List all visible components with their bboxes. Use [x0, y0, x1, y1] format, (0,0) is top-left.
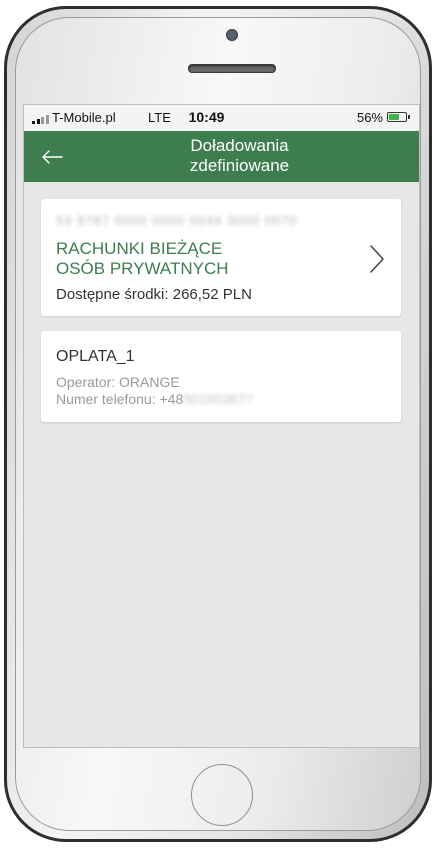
- app-bar: Doładowania zdefiniowane: [24, 131, 419, 182]
- page-title-line2: zdefiniowane: [189, 156, 290, 175]
- topup-name: OPLATA_1: [56, 348, 135, 365]
- topup-phone: Numer telefonu: +48501953677: [56, 391, 253, 407]
- page-title-line1: Doładowania: [190, 136, 289, 155]
- phone-screen: T-Mobile.pl LTE 10:49 56% Doładowania zd…: [23, 104, 420, 748]
- camera-icon: [226, 29, 238, 41]
- chevron-right-icon: [370, 245, 384, 273]
- topup-operator: Operator: ORANGE: [56, 374, 180, 390]
- account-card[interactable]: 53 8787 0000 0000 0044 3000 0070 RACHUNK…: [41, 199, 401, 316]
- battery-percent: 56%: [356, 110, 383, 125]
- home-button[interactable]: [191, 764, 253, 826]
- status-bar: T-Mobile.pl LTE 10:49 56%: [24, 105, 419, 131]
- topup-phone-redacted: 501953677: [183, 391, 254, 407]
- available-funds: Dostępne środki: 266,52 PLN: [56, 286, 252, 303]
- account-number-redacted: 53 8787 0000 0000 0044 3000 0070: [56, 213, 298, 228]
- battery-icon: [387, 112, 410, 122]
- account-name: RACHUNKI BIEŻĄCE OSÓB PRYWATNYCH: [56, 239, 229, 278]
- topup-list-item[interactable]: OPLATA_1 Operator: ORANGE Numer telefonu…: [41, 331, 401, 422]
- page-title: Doładowania zdefiniowane: [24, 136, 419, 176]
- speaker-grille: [188, 64, 276, 73]
- topup-phone-prefix: Numer telefonu: +48: [56, 391, 184, 407]
- account-select-button[interactable]: [365, 239, 389, 279]
